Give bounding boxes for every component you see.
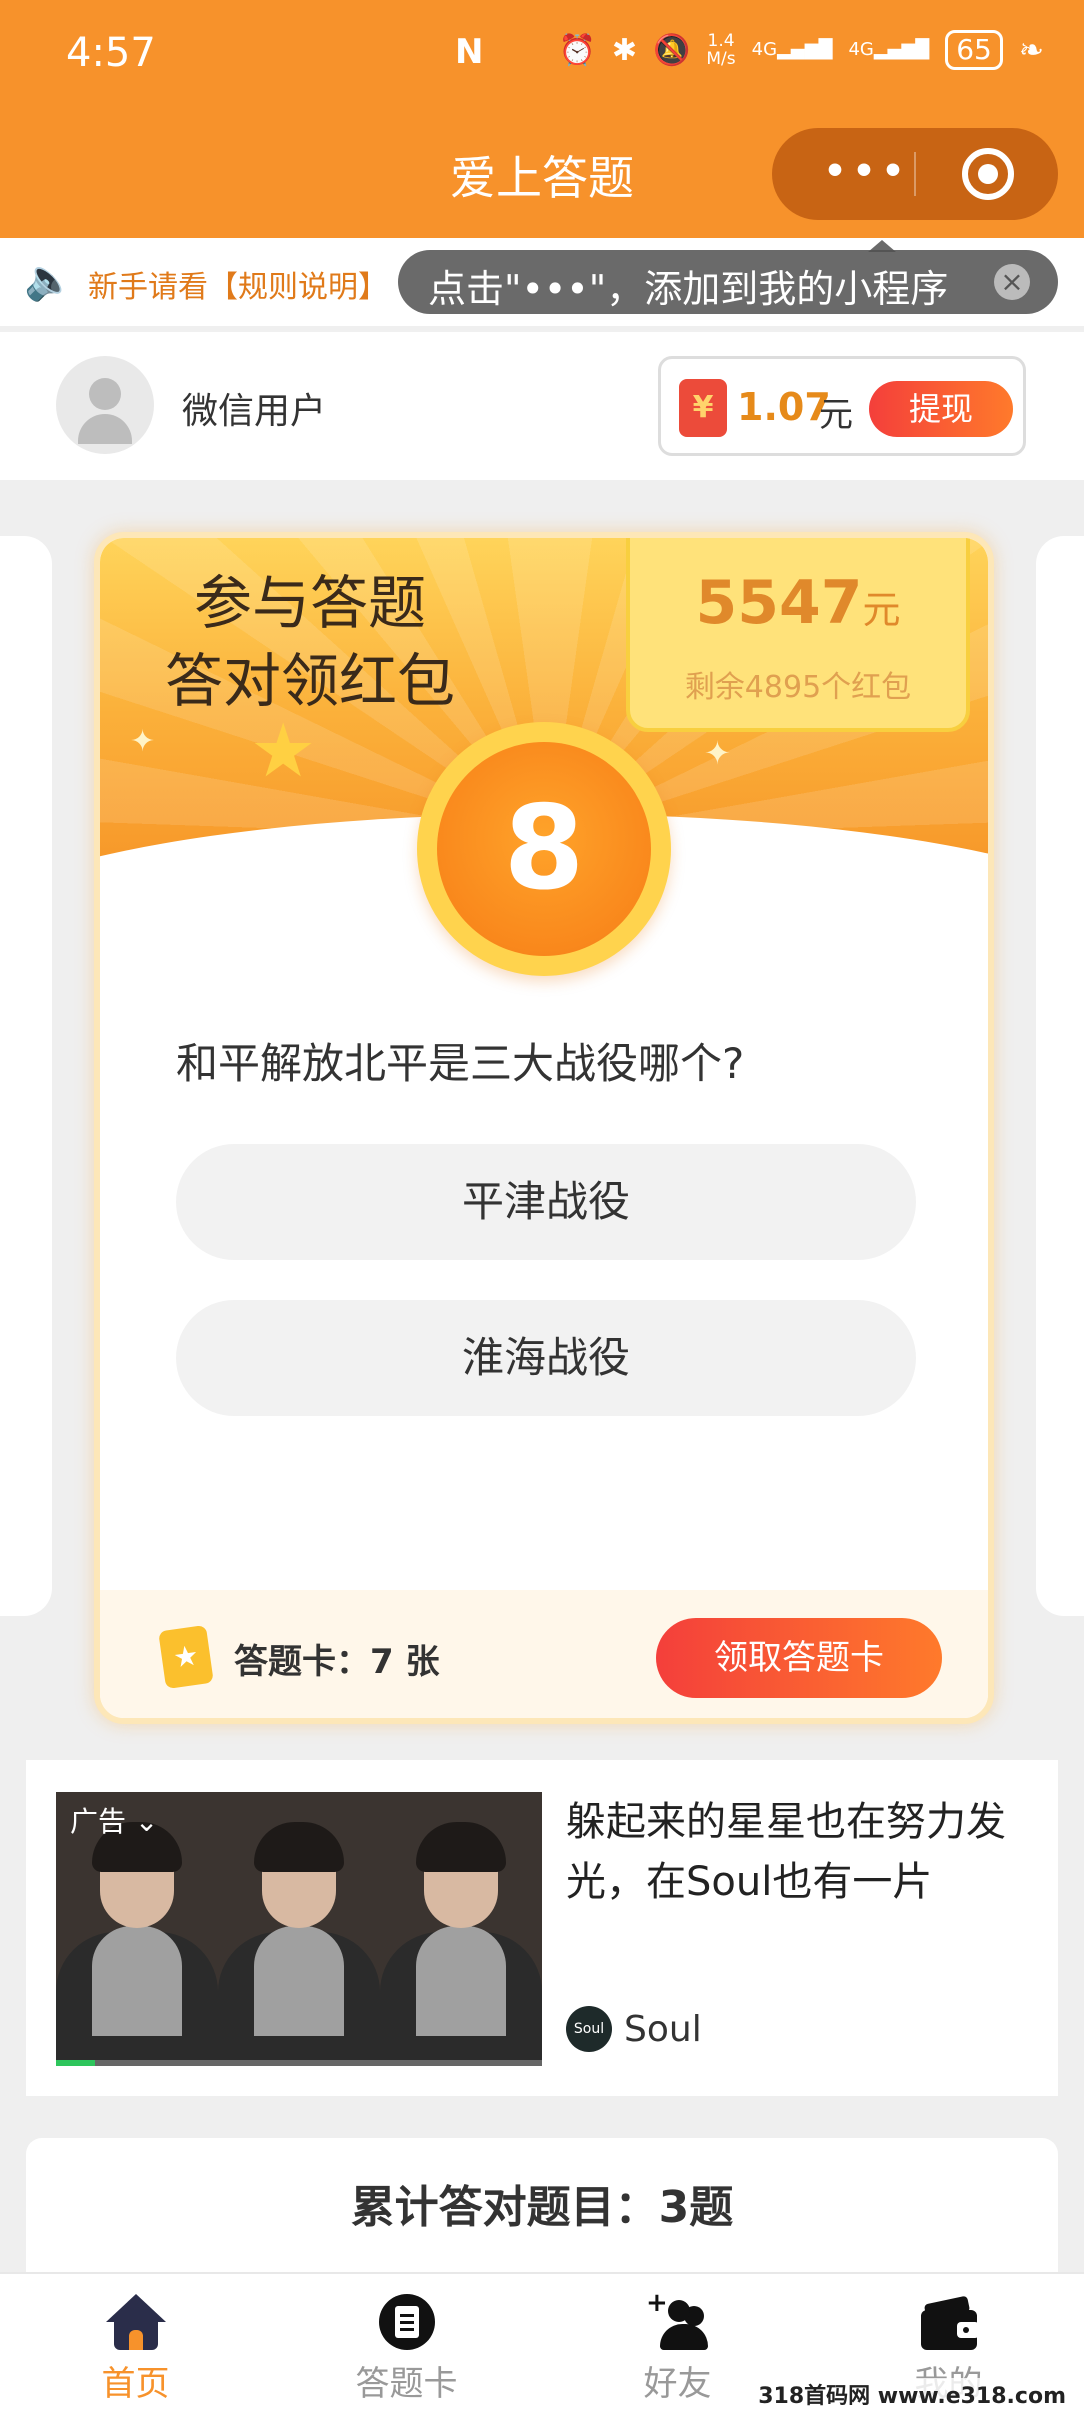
avatar-head	[89, 378, 121, 410]
balance-amount: 1.07	[737, 385, 831, 429]
bluetooth-icon: ✱	[611, 32, 638, 68]
prize-pool: 5547元 剩余4895个红包	[626, 538, 970, 732]
question-card: 参与答题 答对领红包 5547元 剩余4895个红包 ★ ✦ ✦ 8 和平解放北…	[94, 532, 994, 1724]
chevron-down-icon: ⌄	[134, 1805, 159, 1838]
question-number-badge: 8	[417, 722, 671, 976]
card-footer: ★ 答题卡：7 张 领取答题卡	[100, 1590, 988, 1718]
total-correct-stat: 累计答对题目：3题	[26, 2138, 1058, 2278]
question-text: 和平解放北平是三大战役哪个?	[176, 1039, 745, 1088]
nfc-icon: N	[455, 32, 484, 72]
remaining-redpacks: 剩余4895个红包	[684, 670, 912, 705]
question-number: 8	[503, 781, 585, 916]
status-time: 4:57	[66, 30, 156, 76]
answer-card-icon-doc	[395, 2306, 419, 2338]
ad-brand-name: Soul	[624, 2008, 702, 2050]
card-headline: 参与答题 答对领红包	[130, 564, 490, 720]
prize-amount-row: 5547元	[630, 568, 966, 638]
sparkle-icon: ✦	[704, 734, 731, 772]
video-progress-fill	[56, 2060, 95, 2066]
avatar[interactable]	[56, 356, 154, 454]
wallet-icon-clasp	[957, 2322, 979, 2338]
ad-video[interactable]: 广告 ⌄	[56, 1792, 542, 2066]
toast-message: 点击"•••"，添加到我的小程序	[428, 267, 949, 311]
badge-inner: 8	[437, 742, 651, 956]
ad-headline[interactable]: 躲起来的星星也在努力发光，在Soul也有一片	[566, 1792, 1036, 1912]
video-frame	[218, 1792, 380, 2066]
add-miniprogram-toast: 点击"•••"，添加到我的小程序 ×	[398, 250, 1058, 314]
net2-label: 4G	[848, 39, 874, 60]
balance-unit: 元	[819, 395, 853, 435]
leaf-icon: ❧	[1018, 32, 1044, 68]
add-friend-icon-body	[660, 2324, 708, 2350]
soul-logo-icon: Soul	[566, 2006, 612, 2052]
prize-amount: 5547	[695, 568, 863, 638]
tab-answer-card[interactable]: 答题卡	[271, 2274, 542, 2412]
answer-cards-count: 答题卡：7 张	[234, 1642, 440, 1682]
home-icon	[104, 2290, 168, 2354]
tab-label: 答题卡	[355, 2364, 458, 2404]
video-progress	[56, 2060, 542, 2066]
figure-hair	[416, 1822, 506, 1872]
balance-box: ¥ 1.07 元 提现	[658, 356, 1026, 456]
headline-line1: 参与答题	[193, 569, 426, 637]
tab-home[interactable]: 首页	[0, 2274, 271, 2412]
target-circle-icon[interactable]	[962, 148, 1014, 200]
home-icon-roof	[106, 2294, 166, 2322]
answer-card-star-icon: ★	[158, 1624, 214, 1690]
miniprogram-capsule: •••	[772, 128, 1058, 220]
username: 微信用户	[182, 391, 327, 432]
close-icon[interactable]: ×	[994, 264, 1030, 300]
prev-card-peek[interactable]	[0, 536, 52, 1616]
rules-link[interactable]: 新手请看【规则说明】	[88, 262, 388, 306]
signal-2-icon: 4G▂▄▆█	[848, 39, 930, 60]
get-answer-cards-button[interactable]: 领取答题卡	[656, 1618, 942, 1698]
video-frame	[380, 1792, 542, 2066]
figure-hood	[254, 1926, 344, 2036]
status-icons: ⏰ ✱ 🔕 1.4 M/s 4G▂▄▆█ 4G▂▄▆█ 65 ❧	[559, 30, 1044, 70]
withdraw-button[interactable]: 提现	[869, 381, 1013, 437]
battery-icon: 65	[945, 30, 1003, 70]
status-bar: 4:57 N ⏰ ✱ 🔕 1.4 M/s 4G▂▄▆█ 4G▂▄▆█ 65 ❧	[0, 0, 1084, 112]
add-friend-icon: +	[646, 2290, 710, 2354]
nav-bar: 爱上答题 •••	[0, 112, 1084, 238]
ad-brand[interactable]: Soul Soul	[566, 2006, 702, 2052]
ad-tag-label: 广告	[70, 1805, 127, 1838]
home-icon-door	[129, 2330, 143, 2350]
ad-tag[interactable]: 广告 ⌄	[70, 1800, 158, 1840]
figure-hood	[416, 1926, 506, 2036]
plus-icon: +	[646, 2288, 668, 2318]
ad-banner[interactable]: 广告 ⌄ 躲起来的星星也在努力发光，在Soul也有一片 Soul Soul	[26, 1760, 1058, 2096]
wallet-icon	[917, 2290, 981, 2354]
red-packet-icon: ¥	[679, 379, 727, 437]
speaker-icon: 🔈	[24, 257, 74, 303]
speed-value: 1.4	[707, 31, 735, 51]
next-card-peek[interactable]	[1036, 536, 1084, 1616]
add-friend-icon-head1	[668, 2300, 690, 2322]
prize-unit: 元	[862, 588, 901, 632]
network-speed: 1.4 M/s	[706, 32, 735, 68]
mute-icon: 🔕	[653, 32, 691, 68]
user-bar: 微信用户 ¥ 1.07 元 提现	[0, 330, 1084, 480]
star-icon: ★	[250, 708, 317, 794]
net1-label: 4G	[751, 39, 778, 60]
figure-hair	[254, 1822, 344, 1872]
tab-label: 首页	[101, 2364, 170, 2404]
answer-card-icon	[375, 2290, 439, 2354]
signal-1-icon: 4G▂▄▆█	[751, 39, 833, 60]
more-dots-icon[interactable]: •••	[812, 154, 922, 190]
figure-hood	[92, 1926, 182, 2036]
avatar-body	[78, 414, 132, 444]
answer-option-2[interactable]: 淮海战役	[176, 1300, 916, 1416]
speed-unit: M/s	[706, 49, 736, 69]
capsule-divider	[914, 152, 916, 196]
site-watermark: 318首码网 www.e318.com	[752, 2378, 1072, 2410]
answer-option-1[interactable]: 平津战役	[176, 1144, 916, 1260]
alarm-icon: ⏰	[558, 32, 596, 68]
sparkle-icon: ✦	[130, 724, 156, 759]
